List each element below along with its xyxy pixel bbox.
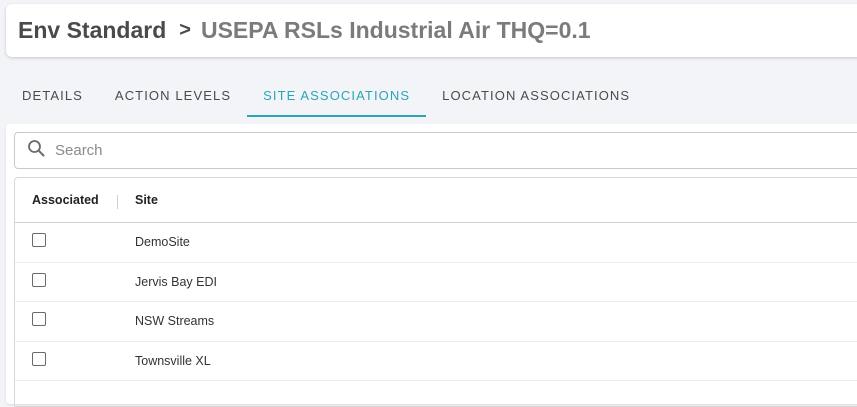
search-icon	[27, 139, 45, 162]
breadcrumb-root[interactable]: Env Standard	[18, 17, 166, 44]
column-header-associated[interactable]: Associated	[15, 193, 118, 209]
associated-checkbox[interactable]	[32, 351, 46, 366]
associated-checkbox[interactable]	[32, 233, 46, 248]
table-row: DemoSite	[15, 223, 857, 263]
breadcrumb-current: USEPA RSLs Industrial Air THQ=0.1	[200, 17, 591, 43]
associated-checkbox[interactable]	[32, 272, 46, 287]
site-name: Townsville XL	[135, 353, 211, 368]
page-header: Env Standard > USEPA RSLs Industrial Air…	[6, 4, 857, 57]
tab-location-associations[interactable]: Location Associations	[426, 76, 646, 117]
column-header-site[interactable]: Site	[118, 193, 158, 207]
site-name: Jervis Bay EDI	[135, 274, 217, 289]
tab-action-levels[interactable]: Action Levels	[99, 76, 247, 117]
table-row: Jervis Bay EDI	[15, 263, 857, 302]
site-name: DemoSite	[135, 235, 190, 250]
table-row: Townsville XL	[15, 342, 857, 381]
tab-details[interactable]: Details	[6, 76, 99, 117]
table-header: Associated Site	[15, 178, 857, 223]
site-associations-table: Associated Site DemoSite Jervis Bay EDI …	[14, 177, 857, 407]
search-input[interactable]	[55, 142, 755, 159]
tab-site-associations[interactable]: Site Associations	[247, 76, 427, 117]
associated-checkbox[interactable]	[32, 312, 46, 327]
search-box	[14, 132, 857, 169]
site-name: NSW Streams	[135, 314, 215, 329]
breadcrumb-separator: >	[179, 19, 191, 41]
table-row: NSW Streams	[15, 302, 857, 342]
tab-bar: Details Action Levels Site Associations …	[6, 76, 646, 118]
content-panel: Associated Site DemoSite Jervis Bay EDI …	[6, 124, 857, 407]
